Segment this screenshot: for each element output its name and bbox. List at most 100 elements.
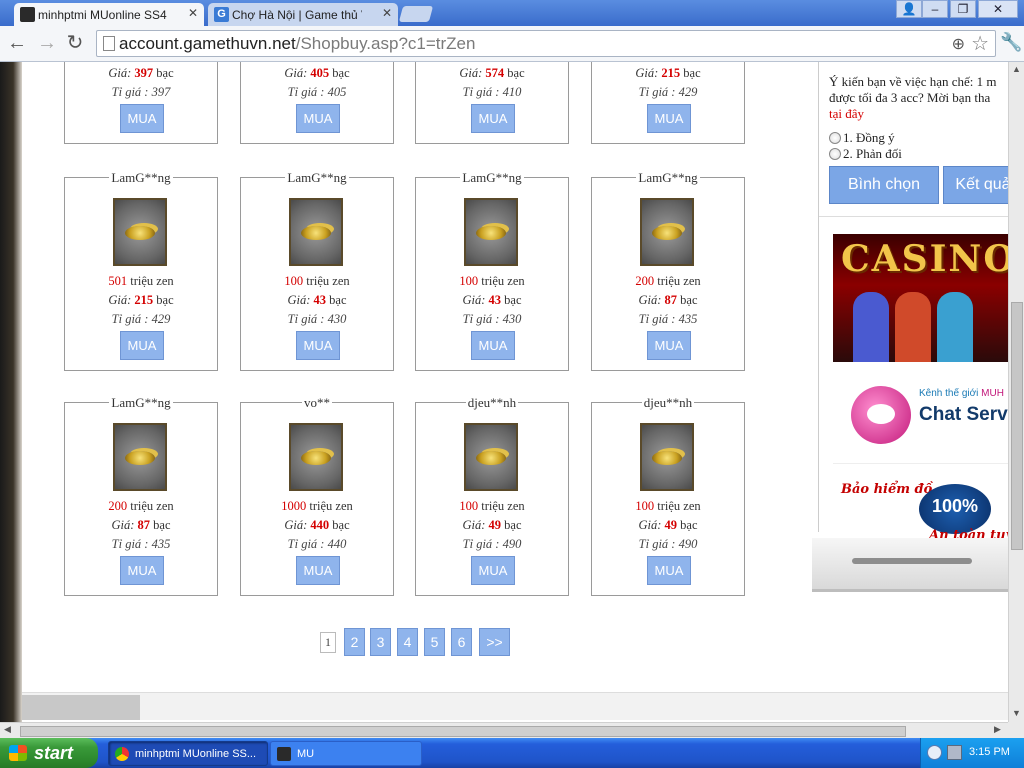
tab-title: minhptmi MUonline SS4 SS6 S <box>38 7 168 22</box>
buy-button[interactable]: MUA <box>296 556 340 585</box>
pager-page-link[interactable]: 3 <box>370 628 391 656</box>
zen-amount: 200 triệu zen <box>108 499 174 513</box>
poll-option-disagree[interactable]: 2. Phản đối <box>829 146 902 162</box>
pager-page-link[interactable]: 2 <box>344 628 365 656</box>
poll-question: Ý kiến bạn về việc hạn chế: 1 m được tối… <box>829 74 1008 122</box>
tab-title: Chợ Hà Nội | Game thủ Việt N <box>232 7 362 22</box>
tab-cho-ha-noi[interactable]: G Chợ Hà Nội | Game thủ Việt N ✕ <box>208 3 398 26</box>
restore-button[interactable]: ❐ <box>950 0 976 18</box>
pager-page-link[interactable]: 6 <box>451 628 472 656</box>
user-icon[interactable]: 👤 <box>896 0 922 18</box>
buy-button[interactable]: MUA <box>647 331 691 360</box>
divider <box>819 216 1008 217</box>
tray-network-icon[interactable] <box>947 745 962 760</box>
buy-button[interactable]: MUA <box>296 104 340 133</box>
exchange-rate: Tỉ giá : 490 <box>638 537 698 551</box>
character-figure <box>937 292 973 362</box>
browser-toolbar: ← → ↻ account.gamethuvn.net/Shopbuy.asp?… <box>0 26 1024 62</box>
reload-icon[interactable]: ↻ <box>64 32 86 54</box>
new-tab-button[interactable] <box>398 6 434 22</box>
gamethu-favicon-icon: G <box>214 7 229 22</box>
taskbar-item-chrome[interactable]: minhptmi MUonline SS... <box>108 741 268 766</box>
mu-favicon-icon <box>20 7 35 22</box>
exchange-rate: Tỉ giá : 430 <box>462 312 522 326</box>
scroll-up-icon[interactable]: ▲ <box>1012 64 1021 74</box>
windows-logo-icon <box>9 745 27 761</box>
horizontal-scrollbar[interactable]: ◀ ▶ <box>0 722 1008 738</box>
zen-coins-image <box>113 198 167 266</box>
pager-next-link[interactable]: >> <box>479 628 510 656</box>
close-window-button[interactable]: ✕ <box>978 0 1018 18</box>
coins-icon <box>476 226 506 240</box>
page-content: Giá: 397 bạc Tỉ giá : 397 MUA Giá: 405 bạc T… <box>0 62 1008 722</box>
chat-server-banner[interactable]: Kênh thế giới MUH Chat Serv <box>833 366 1008 464</box>
coins-icon <box>301 226 331 240</box>
horizontal-scroll-thumb[interactable] <box>20 726 906 737</box>
poll-question-line: Ý kiến bạn về việc hạn chế: 1 m <box>829 74 997 89</box>
tray-notify-icon[interactable] <box>927 745 942 760</box>
back-icon[interactable]: ← <box>6 32 28 54</box>
url-text: account.gamethuvn.net/Shopbuy.asp?c1=trZ… <box>119 34 476 53</box>
radio-icon[interactable] <box>829 132 841 144</box>
pager-current-page: 1 <box>320 632 336 653</box>
buy-button[interactable]: MUA <box>120 104 164 133</box>
price: Giá: 43 bạc <box>462 293 522 307</box>
start-button[interactable]: start <box>0 738 98 768</box>
system-tray: 3:15 PM <box>920 738 1024 768</box>
seller-name: LamG**ng <box>109 395 173 410</box>
buy-button[interactable]: MUA <box>120 556 164 585</box>
taskbar: start minhptmi MUonline SS... MU 3:15 PM <box>0 738 1024 768</box>
character-figure <box>853 292 889 362</box>
bookmark-star-icon[interactable]: ☆ <box>971 31 989 56</box>
taskbar-item-label: MU <box>297 748 315 760</box>
zen-coins-image <box>113 423 167 491</box>
scroll-down-icon[interactable]: ▼ <box>1012 708 1021 718</box>
clock: 3:15 PM <box>969 746 1010 758</box>
coins-icon <box>652 226 682 240</box>
buy-button[interactable]: MUA <box>471 104 515 133</box>
vertical-scrollbar[interactable]: ▲ ▼ <box>1008 62 1024 722</box>
buy-button[interactable]: MUA <box>471 556 515 585</box>
price: Giá: 215 bạc <box>635 66 701 80</box>
pager-page-link[interactable]: 4 <box>397 628 418 656</box>
poll-option-agree[interactable]: 1. Đồng ý <box>829 130 895 146</box>
page-inner-scroll-thumb[interactable] <box>22 695 140 720</box>
browser-tab-strip: minhptmi MUonline SS4 SS6 S ✕ G Chợ Hà N… <box>0 0 1024 26</box>
listing-card: LamG**ng 200 triệu zen Giá: 87 bạc Tỉ giá :… <box>591 170 745 371</box>
wrench-menu-icon[interactable]: 🔧 <box>1000 32 1022 53</box>
radio-icon[interactable] <box>829 148 841 160</box>
minimize-button[interactable]: – <box>922 0 948 18</box>
zoom-icon[interactable]: ⊕ <box>952 34 965 54</box>
zen-coins-image <box>464 423 518 491</box>
vote-button[interactable]: Bình chọn <box>829 166 939 204</box>
close-tab-icon[interactable]: ✕ <box>382 6 392 20</box>
zen-coins-image <box>289 198 343 266</box>
insurance-banner-text: Bảo hiểm đồ <box>841 482 933 497</box>
buy-button[interactable]: MUA <box>471 331 515 360</box>
price: Giá: 49 bạc <box>638 518 698 532</box>
listing-card: Giá: 405 bạc Tỉ giá : 405 MUA <box>240 62 394 144</box>
close-tab-icon[interactable]: ✕ <box>188 6 198 20</box>
buy-button[interactable]: MUA <box>647 556 691 585</box>
address-bar[interactable]: account.gamethuvn.net/Shopbuy.asp?c1=trZ… <box>96 30 996 57</box>
zen-coins-image <box>640 423 694 491</box>
scrollbar-corner <box>1008 722 1024 738</box>
listing-card: LamG**ng 501 triệu zen Giá: 215 bạc Tỉ giá … <box>64 170 218 371</box>
pager-page-link[interactable]: 5 <box>424 628 445 656</box>
buy-button[interactable]: MUA <box>120 331 164 360</box>
sword-icon <box>852 558 972 564</box>
results-button[interactable]: Kết quả <box>943 166 1008 204</box>
character-figure <box>895 292 931 362</box>
forward-icon[interactable]: → <box>36 32 58 54</box>
scroll-left-icon[interactable]: ◀ <box>4 724 11 735</box>
taskbar-item-mu[interactable]: MU <box>270 741 422 766</box>
poll-link[interactable]: tại đây <box>829 106 1008 122</box>
vertical-scroll-thumb[interactable] <box>1011 302 1023 550</box>
buy-button[interactable]: MUA <box>647 104 691 133</box>
buy-button[interactable]: MUA <box>296 331 340 360</box>
zen-amount: 1000 triệu zen <box>281 499 353 513</box>
page-inner-scrollbar[interactable] <box>22 692 1008 720</box>
tab-muonline[interactable]: minhptmi MUonline SS4 SS6 S ✕ <box>14 3 204 26</box>
casino-banner[interactable]: CASINO <box>833 234 1008 362</box>
scroll-right-icon[interactable]: ▶ <box>994 724 1001 735</box>
